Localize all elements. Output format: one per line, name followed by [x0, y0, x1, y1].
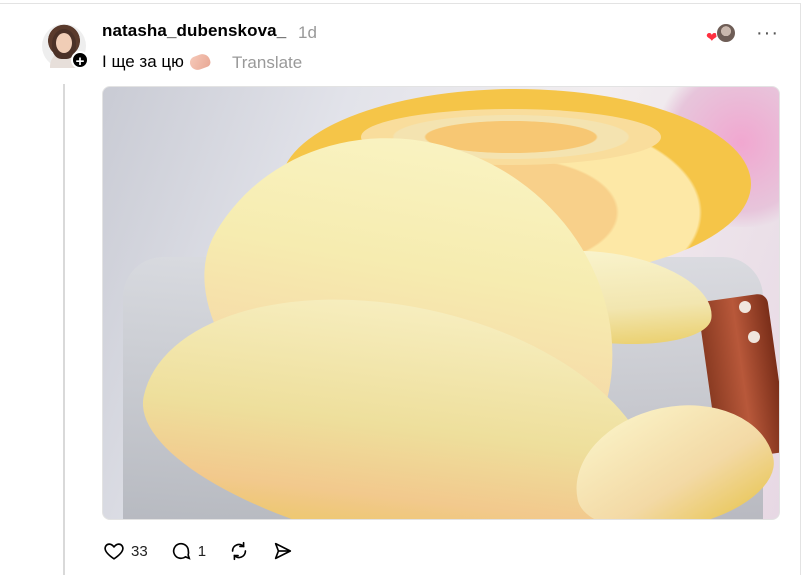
- like-button[interactable]: 33: [103, 540, 148, 562]
- reply-count: 1: [197, 542, 207, 560]
- action-bar: 33 1: [103, 539, 316, 563]
- hand-emoji-icon: [188, 52, 212, 72]
- knife-rivet: [739, 301, 751, 313]
- post-caption: І ще за цю: [102, 52, 212, 72]
- repost-button[interactable]: [228, 540, 250, 562]
- top-divider: [0, 3, 801, 4]
- reply-button[interactable]: 1: [170, 540, 206, 562]
- liker-avatar: [716, 23, 736, 43]
- like-count: 33: [131, 542, 148, 560]
- thread-line: [63, 84, 65, 575]
- follow-button[interactable]: +: [71, 51, 89, 70]
- post-image-melon-slices[interactable]: [102, 86, 780, 520]
- heart-outline-icon: [104, 543, 124, 560]
- speech-bubble-icon: [172, 542, 191, 560]
- translate-link[interactable]: Translate: [232, 53, 302, 73]
- knife-rivet: [748, 331, 760, 343]
- paper-plane-icon: [274, 542, 292, 560]
- share-button[interactable]: [272, 540, 294, 562]
- caption-text: І ще за цю: [102, 52, 184, 71]
- repost-icon: [231, 541, 247, 561]
- more-options-icon[interactable]: ···: [756, 23, 779, 43]
- username[interactable]: natasha_dubenskova_: [102, 21, 286, 41]
- timestamp[interactable]: 1d: [298, 23, 317, 43]
- avatar-face-shape: [56, 33, 72, 53]
- liked-by-avatars[interactable]: ❤: [706, 23, 736, 45]
